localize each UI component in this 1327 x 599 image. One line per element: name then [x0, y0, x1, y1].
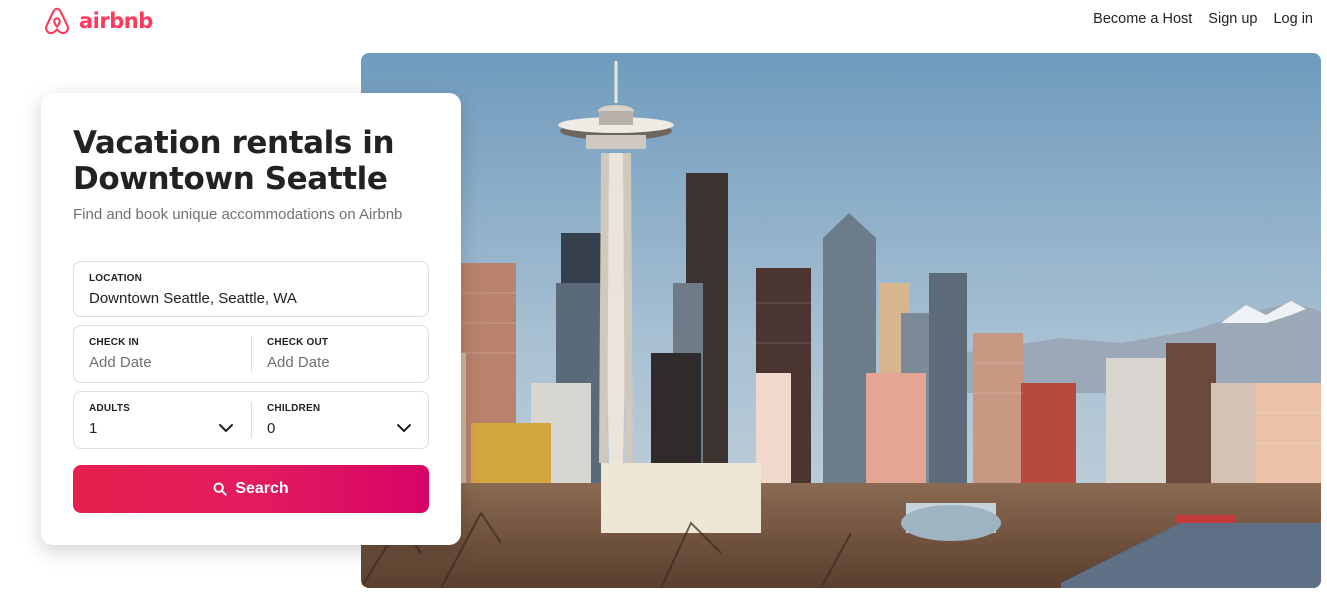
check-out-field[interactable]: CHECK OUT Add Date [252, 326, 428, 382]
guests-group: ADULTS 1 CHILDREN 0 [73, 391, 429, 449]
check-in-field[interactable]: CHECK IN Add Date [74, 326, 251, 382]
become-host-link[interactable]: Become a Host [1093, 11, 1192, 27]
brand-name: airbnb [79, 9, 153, 33]
search-button[interactable]: Search [73, 465, 429, 513]
adults-select[interactable]: ADULTS 1 [74, 392, 251, 448]
dates-group: CHECK IN Add Date CHECK OUT Add Date [73, 325, 429, 383]
page-subtitle: Find and book unique accommodations on A… [73, 206, 403, 223]
sign-up-link[interactable]: Sign up [1208, 11, 1257, 27]
log-in-link[interactable]: Log in [1273, 11, 1313, 27]
search-icon [213, 482, 227, 496]
chevron-down-icon [219, 424, 233, 432]
airbnb-belo-icon [45, 7, 69, 35]
airbnb-logo[interactable]: airbnb [43, 6, 153, 36]
hero-photo [361, 53, 1321, 588]
check-out-placeholder[interactable]: Add Date [267, 354, 330, 371]
top-nav: Become a Host Sign up Log in [1093, 11, 1313, 27]
search-card: Vacation rentals in Downtown Seattle Fin… [41, 93, 461, 545]
search-button-label: Search [235, 480, 289, 497]
children-select[interactable]: CHILDREN 0 [252, 392, 428, 448]
chevron-down-icon [397, 424, 411, 432]
location-label: LOCATION [89, 273, 143, 284]
page-title: Vacation rentals in Downtown Seattle [73, 125, 395, 197]
children-label: CHILDREN [267, 403, 321, 414]
check-in-label: CHECK IN [89, 337, 139, 348]
location-field-inner[interactable]: LOCATION Downtown Seattle, Seattle, WA [74, 262, 428, 316]
check-out-label: CHECK OUT [267, 337, 329, 348]
children-value: 0 [267, 420, 276, 437]
adults-label: ADULTS [89, 403, 131, 414]
location-value[interactable]: Downtown Seattle, Seattle, WA [89, 290, 297, 307]
check-in-placeholder[interactable]: Add Date [89, 354, 152, 371]
location-field[interactable]: LOCATION Downtown Seattle, Seattle, WA [73, 261, 429, 317]
adults-value: 1 [89, 420, 98, 437]
